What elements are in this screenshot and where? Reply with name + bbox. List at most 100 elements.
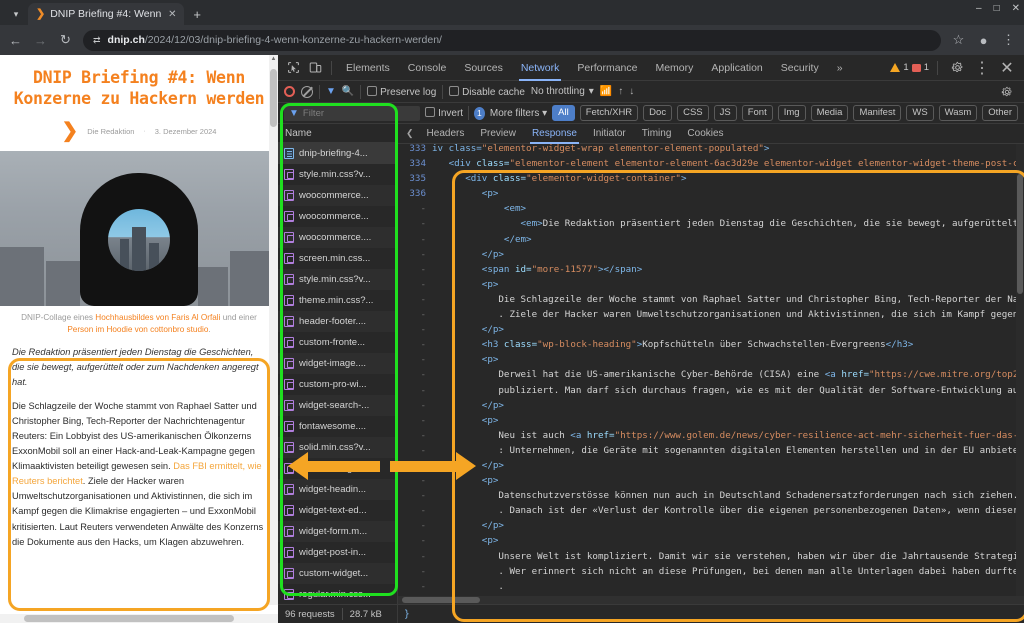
filter-chip-wasm[interactable]: Wasm [938, 105, 978, 121]
request-row[interactable]: custom-pro-wi... [278, 374, 397, 395]
request-row[interactable]: widget-image.... [278, 353, 397, 374]
detail-tab-headers[interactable]: Headers [419, 124, 473, 144]
site-settings-icon[interactable]: ⇄ [93, 35, 101, 46]
network-conditions-icon[interactable]: 📶 [600, 86, 612, 97]
close-icon[interactable]: ✕ [166, 9, 178, 20]
tab-overflow-icon[interactable]: » [828, 55, 852, 81]
request-row[interactable]: widget-search-... [278, 395, 397, 416]
request-row[interactable]: fontawesome.... [278, 416, 397, 437]
new-tab-button[interactable]: + [184, 3, 210, 25]
tab-application[interactable]: Application [702, 55, 771, 81]
disable-cache-checkbox[interactable]: Disable cache [449, 85, 525, 98]
network-settings-gear-icon[interactable] [996, 81, 1018, 103]
tab-memory[interactable]: Memory [646, 55, 702, 81]
response-source-view[interactable]: 333 iv class="elementor-widget-wrap eleme… [398, 144, 1024, 604]
request-row[interactable]: custom-widget... [278, 458, 397, 479]
minimize-icon[interactable]: – [976, 3, 982, 14]
request-row[interactable]: custom-widget... [278, 563, 397, 584]
scroll-up-icon[interactable]: ▲ [269, 56, 278, 62]
checkbox-icon[interactable] [367, 85, 378, 96]
tab-sources[interactable]: Sources [455, 55, 512, 81]
filter-chip-ws[interactable]: WS [906, 105, 934, 121]
request-row[interactable]: style.min.css?v... [278, 269, 397, 290]
filter-chip-img[interactable]: Img [777, 105, 806, 121]
filter-chip-doc[interactable]: Doc [643, 105, 673, 121]
code-vertical-scrollbar[interactable] [1016, 144, 1024, 596]
detail-tab-response[interactable]: Response [524, 124, 585, 144]
filter-chip-other[interactable]: Other [982, 105, 1018, 121]
inspect-element-icon[interactable] [282, 57, 304, 79]
tab-performance[interactable]: Performance [568, 55, 646, 81]
checkbox-icon-2[interactable] [449, 85, 460, 96]
filter-chip-all[interactable]: All [552, 105, 575, 121]
window-close-icon[interactable]: ✕ [1012, 3, 1020, 14]
code-horizontal-scrollbar[interactable] [398, 596, 1024, 604]
tab-console[interactable]: Console [399, 55, 456, 81]
detail-tab-preview[interactable]: Preview [472, 124, 524, 144]
filter-chip-css[interactable]: CSS [677, 105, 709, 121]
request-row[interactable]: widget-text-ed... [278, 500, 397, 521]
request-row[interactable]: woocommerce... [278, 185, 397, 206]
page-hscroll-thumb[interactable] [24, 615, 234, 622]
filter-input[interactable]: ▼ Filter [284, 105, 421, 121]
filter-chip-js[interactable]: JS [713, 105, 737, 121]
request-row[interactable]: custom-fronte... [278, 332, 397, 353]
request-row[interactable]: woocommerce.... [278, 227, 397, 248]
preserve-log-checkbox[interactable]: Preserve log [367, 85, 436, 98]
request-row[interactable]: widget-post-in... [278, 542, 397, 563]
devtools-more-icon[interactable]: ⋮ [971, 57, 993, 79]
devtools-close-icon[interactable]: ✕ [996, 57, 1018, 79]
profile-avatar-icon[interactable]: ● [976, 33, 991, 48]
detail-tab-timing[interactable]: Timing [634, 124, 680, 144]
tab-elements[interactable]: Elements [337, 55, 399, 81]
gear-icon[interactable] [946, 57, 968, 79]
request-row[interactable]: regular.min.css... [278, 584, 397, 604]
request-rows[interactable]: dnip-briefing-4... style.min.css?v... wooc… [278, 143, 397, 604]
request-row[interactable]: dnip-briefing-4... [278, 143, 397, 164]
page-scroll-thumb[interactable] [270, 69, 277, 127]
request-row[interactable]: solid.min.css?v... [278, 437, 397, 458]
browser-menu-icon[interactable]: ⋮ [1001, 32, 1016, 48]
request-row[interactable]: style.min.css?v... [278, 164, 397, 185]
request-row[interactable]: theme.min.css?... [278, 290, 397, 311]
tab-security[interactable]: Security [772, 55, 828, 81]
reload-icon[interactable]: ↻ [58, 32, 73, 48]
record-icon[interactable] [284, 86, 295, 97]
device-toolbar-icon[interactable] [304, 57, 326, 79]
tab-network[interactable]: Network [512, 55, 569, 81]
error-count[interactable]: 1 [911, 62, 929, 73]
filter-icon[interactable]: ▼ [326, 86, 336, 97]
search-icon[interactable]: 🔍 [342, 86, 354, 97]
invert-checkbox[interactable]: Invert [425, 107, 463, 119]
export-har-icon[interactable]: ↓ [629, 86, 634, 97]
browser-tab[interactable]: ❯ DNIP Briefing #4: Wenn ✕ [28, 3, 185, 25]
more-filters-dropdown[interactable]: More filters ▾ [490, 108, 547, 119]
code-vscroll-thumb[interactable] [1017, 174, 1023, 294]
forward-icon[interactable]: → [33, 33, 48, 48]
caption-link-2[interactable]: Person im Hoodie von cottonbro studio [67, 325, 208, 334]
back-icon[interactable]: ← [8, 33, 23, 48]
code-hscroll-thumb[interactable] [402, 597, 480, 603]
throttling-dropdown[interactable]: No throttling ▾ [531, 86, 594, 97]
filter-chip-font[interactable]: Font [741, 105, 773, 121]
clear-icon[interactable] [301, 85, 313, 98]
page-vertical-scrollbar[interactable]: ▲ [269, 55, 278, 605]
import-har-icon[interactable]: ↑ [618, 86, 623, 97]
maximize-icon[interactable]: □ [994, 3, 1000, 14]
tab-search-icon[interactable]: ▾ [4, 3, 28, 25]
bookmark-star-icon[interactable]: ☆ [951, 32, 966, 48]
caption-link-1[interactable]: Hochhausbildes von Faris Al Orfali [95, 313, 220, 322]
filter-chip-media[interactable]: Media [810, 105, 849, 121]
byline-author[interactable]: Die Redaktion [87, 127, 134, 136]
request-row[interactable]: widget-form.m... [278, 521, 397, 542]
request-row[interactable]: screen.min.css... [278, 248, 397, 269]
address-bar[interactable]: ⇄ dnip.ch/2024/12/03/dnip-briefing-4-wen… [83, 29, 941, 51]
filter-chip-manifest[interactable]: Manifest [853, 105, 902, 121]
detail-back-icon[interactable]: ❮ [401, 128, 419, 139]
request-row[interactable]: header-footer.... [278, 311, 397, 332]
request-row[interactable]: woocommerce... [278, 206, 397, 227]
warning-count[interactable]: 1 [890, 62, 909, 73]
filter-chip-fetch-xhr[interactable]: Fetch/XHR [579, 105, 639, 121]
page-horizontal-scrollbar[interactable] [0, 614, 278, 623]
detail-tab-cookies[interactable]: Cookies [679, 124, 731, 144]
